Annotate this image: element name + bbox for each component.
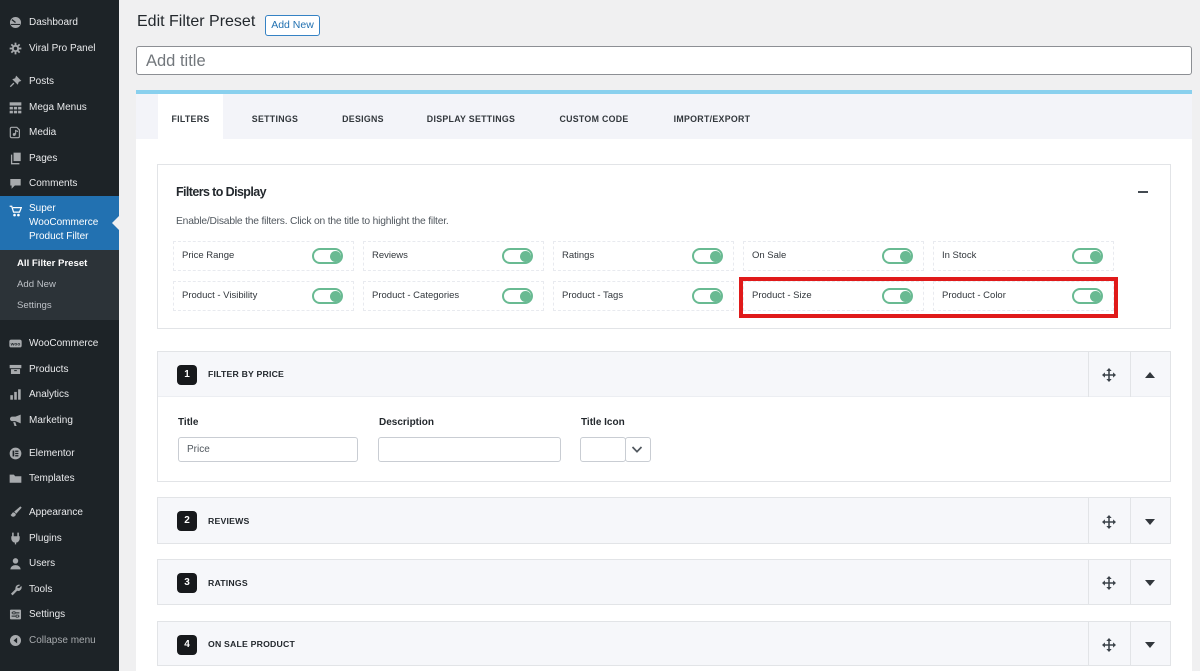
svg-text:woo: woo	[10, 343, 21, 348]
